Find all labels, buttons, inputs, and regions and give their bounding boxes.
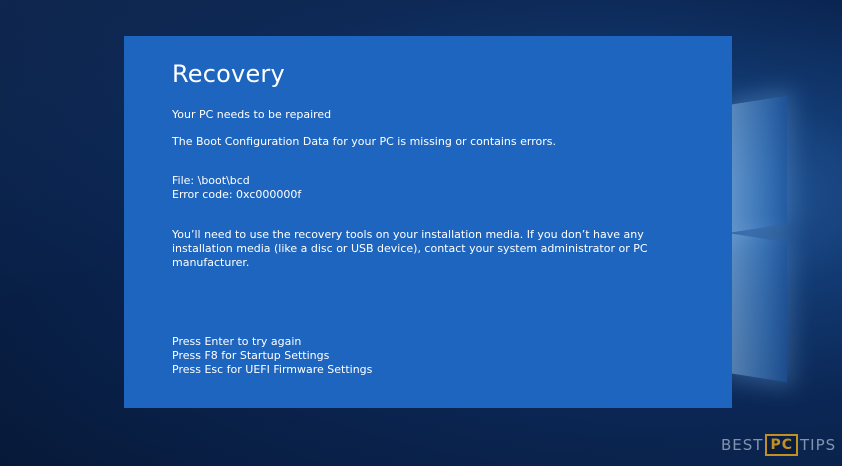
recovery-screen: Recovery Your PC needs to be repaired Th… (124, 36, 732, 408)
watermark-left-text: BEST (721, 436, 764, 454)
watermark-right-text: TIPS (800, 436, 837, 454)
file-path: File: \boot\bcd (172, 174, 250, 187)
recovery-title: Recovery (172, 60, 285, 88)
option-f8-startup-settings[interactable]: Press F8 for Startup Settings (172, 349, 329, 363)
wallpaper-window-pane-bottom (732, 233, 787, 383)
option-esc-uefi-settings[interactable]: Press Esc for UEFI Firmware Settings (172, 363, 372, 377)
watermark-badge: PC (765, 434, 798, 456)
instructions-text: You’ll need to use the recovery tools on… (172, 228, 648, 269)
repair-message: Your PC needs to be repaired (172, 108, 332, 121)
site-watermark-logo: BEST PC TIPS (721, 430, 836, 460)
option-enter[interactable]: Press Enter to try again (172, 335, 301, 349)
error-code: Error code: 0xc000000f (172, 188, 302, 201)
error-description: The Boot Configuration Data for your PC … (172, 135, 556, 148)
wallpaper-window-pane-top (732, 95, 787, 233)
